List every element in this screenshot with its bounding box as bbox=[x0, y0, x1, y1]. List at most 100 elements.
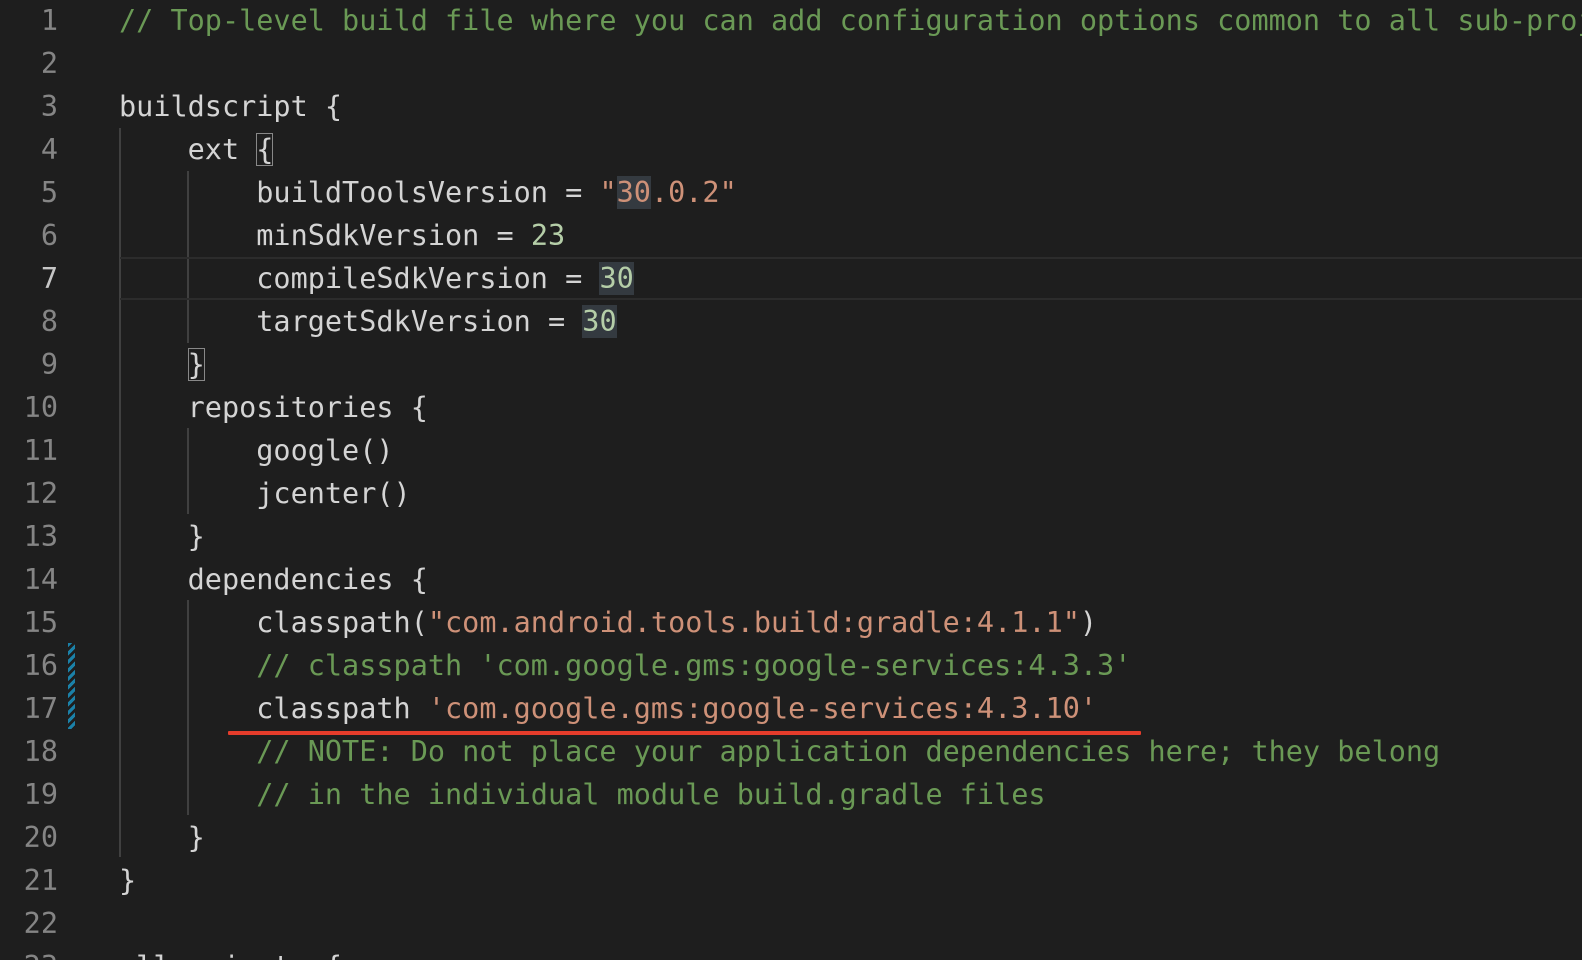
line-number[interactable]: 2 bbox=[0, 42, 58, 85]
matched-bracket: } bbox=[187, 348, 205, 381]
code-token: "com.android.tools.build:gradle:4.1.1" bbox=[427, 606, 1080, 639]
code-line[interactable]: 6 minSdkVersion = 23 bbox=[0, 214, 1582, 257]
line-number[interactable]: 6 bbox=[0, 214, 58, 257]
code-text[interactable]: allprojects { bbox=[119, 945, 342, 960]
code-token: 'com.google.gms:google-services:4.3.10' bbox=[427, 692, 1098, 725]
code-token: } bbox=[119, 864, 137, 897]
line-number[interactable]: 19 bbox=[0, 773, 58, 816]
line-number[interactable]: 10 bbox=[0, 386, 58, 429]
code-token: allprojects { bbox=[119, 950, 342, 960]
code-text[interactable]: buildToolsVersion = "30.0.2" bbox=[119, 171, 737, 214]
code-line[interactable]: 22 bbox=[0, 902, 1582, 945]
code-token: } bbox=[119, 520, 205, 553]
matched-bracket: { bbox=[256, 133, 274, 166]
code-line[interactable]: 10 repositories { bbox=[0, 386, 1582, 429]
code-text[interactable]: classpath 'com.google.gms:google-service… bbox=[119, 687, 1097, 730]
code-line[interactable]: 11 google() bbox=[0, 429, 1582, 472]
code-line[interactable]: 16 // classpath 'com.google.gms:google-s… bbox=[0, 644, 1582, 687]
code-text[interactable]: // Top-level build file where you can ad… bbox=[119, 0, 1582, 42]
code-line[interactable]: 13 } bbox=[0, 515, 1582, 558]
line-number[interactable]: 11 bbox=[0, 429, 58, 472]
code-text[interactable]: } bbox=[119, 515, 205, 558]
code-text[interactable]: ext { bbox=[119, 128, 274, 171]
code-text[interactable]: classpath("com.android.tools.build:gradl… bbox=[119, 601, 1097, 644]
line-number[interactable]: 7 bbox=[0, 257, 58, 300]
code-line[interactable]: 1 // Top-level build file where you can a… bbox=[0, 0, 1582, 42]
line-number[interactable]: 4 bbox=[0, 128, 58, 171]
code-editor[interactable]: 1 // Top-level build file where you can a… bbox=[0, 0, 1582, 960]
code-line[interactable]: 21} bbox=[0, 859, 1582, 902]
code-text[interactable]: repositories { bbox=[119, 386, 428, 429]
code-token: repositories { bbox=[119, 391, 428, 424]
code-line[interactable]: 20 } bbox=[0, 816, 1582, 859]
code-token: minSdkVersion = bbox=[119, 219, 531, 252]
code-line[interactable]: 2 bbox=[0, 42, 1582, 85]
highlighted-occurrence: 30 bbox=[599, 262, 634, 295]
line-number[interactable]: 23 bbox=[0, 945, 58, 960]
code-token: dependencies { bbox=[119, 563, 428, 596]
code-line[interactable]: 14 dependencies { bbox=[0, 558, 1582, 601]
code-token: ext bbox=[119, 133, 257, 166]
line-number[interactable]: 3 bbox=[0, 85, 58, 128]
code-line[interactable]: 9 } bbox=[0, 343, 1582, 386]
line-number[interactable]: 8 bbox=[0, 300, 58, 343]
line-number[interactable]: 13 bbox=[0, 515, 58, 558]
code-token: ) bbox=[1079, 606, 1098, 639]
line-number[interactable]: 22 bbox=[0, 902, 58, 945]
code-token: targetSdkVersion = bbox=[119, 305, 583, 338]
line-number[interactable]: 5 bbox=[0, 171, 58, 214]
code-line[interactable]: 23 allprojects { bbox=[0, 945, 1582, 960]
code-line[interactable]: 17 classpath 'com.google.gms:google-serv… bbox=[0, 687, 1582, 730]
code-token: // in the individual module build.gradle… bbox=[119, 778, 1046, 811]
code-token: jcenter() bbox=[119, 477, 411, 510]
code-text[interactable]: jcenter() bbox=[119, 472, 411, 515]
code-text[interactable]: // NOTE: Do not place your application d… bbox=[119, 730, 1440, 773]
line-number[interactable]: 9 bbox=[0, 343, 58, 386]
code-text[interactable]: // in the individual module build.gradle… bbox=[119, 773, 1046, 816]
highlighted-occurrence: 30 bbox=[582, 305, 617, 338]
code-token: google() bbox=[119, 434, 394, 467]
code-token: .0.2" bbox=[650, 176, 737, 209]
code-token: compileSdkVersion = bbox=[119, 262, 600, 295]
code-line[interactable]: 3 buildscript { bbox=[0, 85, 1582, 128]
code-line[interactable]: 8 targetSdkVersion = 30 bbox=[0, 300, 1582, 343]
line-number[interactable]: 16 bbox=[0, 644, 58, 687]
code-text[interactable]: minSdkVersion = 23 bbox=[119, 214, 565, 257]
line-number[interactable]: 17 bbox=[0, 687, 58, 730]
code-text[interactable]: } bbox=[119, 859, 136, 902]
code-text[interactable]: } bbox=[119, 343, 205, 386]
code-token: 23 bbox=[530, 219, 566, 252]
line-number[interactable]: 20 bbox=[0, 816, 58, 859]
code-line[interactable]: 7 compileSdkVersion = 30 bbox=[0, 257, 1582, 300]
code-token: " bbox=[599, 176, 617, 209]
code-token: classpath( bbox=[119, 606, 428, 639]
code-line[interactable]: 12 jcenter() bbox=[0, 472, 1582, 515]
code-line[interactable]: 4 ext { bbox=[0, 128, 1582, 171]
code-text[interactable]: google() bbox=[119, 429, 394, 472]
code-text[interactable]: compileSdkVersion = 30 bbox=[119, 257, 634, 300]
code-line[interactable]: 5 buildToolsVersion = "30.0.2" bbox=[0, 171, 1582, 214]
code-token: // NOTE: Do not place your application d… bbox=[119, 735, 1441, 768]
code-text[interactable]: dependencies { bbox=[119, 558, 428, 601]
code-token: // classpath 'com.google.gms:google-serv… bbox=[119, 649, 1132, 682]
line-number[interactable]: 14 bbox=[0, 558, 58, 601]
line-number[interactable]: 15 bbox=[0, 601, 58, 644]
code-text[interactable]: buildscript { bbox=[119, 85, 342, 128]
code-token: } bbox=[119, 821, 205, 854]
code-token: buildscript { bbox=[119, 90, 343, 123]
code-line[interactable]: 15 classpath("com.android.tools.build:gr… bbox=[0, 601, 1582, 644]
code-text[interactable]: // classpath 'com.google.gms:google-serv… bbox=[119, 644, 1131, 687]
code-text[interactable]: } bbox=[119, 816, 205, 859]
code-token: classpath bbox=[119, 692, 428, 725]
line-number[interactable]: 12 bbox=[0, 472, 58, 515]
line-number[interactable]: 18 bbox=[0, 730, 58, 773]
line-number[interactable]: 1 bbox=[0, 0, 58, 42]
code-token: // Top-level build file where you can ad… bbox=[119, 4, 1582, 37]
line-number[interactable]: 21 bbox=[0, 859, 58, 902]
highlighted-occurrence: 30 bbox=[616, 176, 651, 209]
code-token: buildToolsVersion = bbox=[119, 176, 600, 209]
code-text[interactable]: targetSdkVersion = 30 bbox=[119, 300, 617, 343]
code-line[interactable]: 18 // NOTE: Do not place your applicatio… bbox=[0, 730, 1582, 773]
code-line[interactable]: 19 // in the individual module build.gra… bbox=[0, 773, 1582, 816]
